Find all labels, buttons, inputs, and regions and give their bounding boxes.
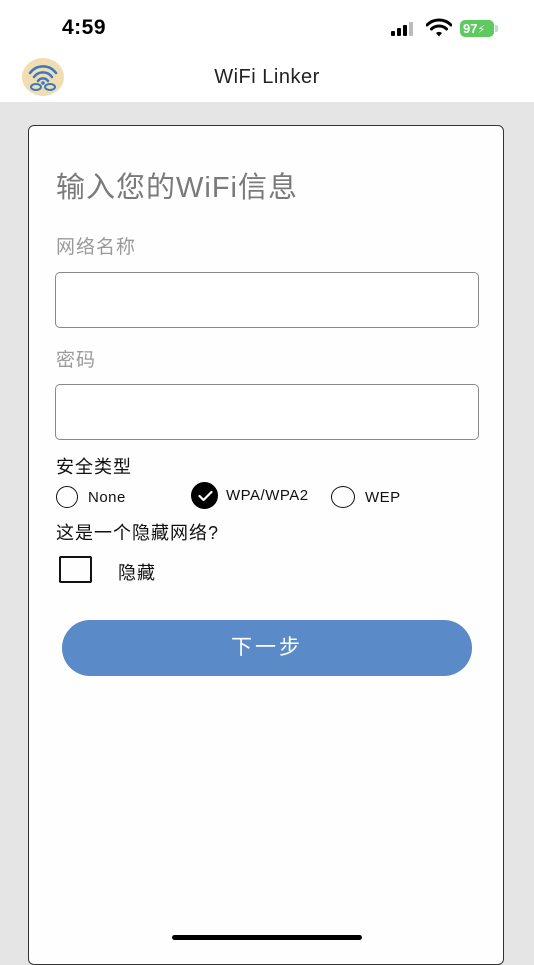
security-option-label: WPA/WPA2 [226,486,309,504]
home-indicator [172,935,362,940]
password-label: 密码 [56,350,97,371]
wifi-status-icon [426,18,452,37]
radio-unchecked-icon[interactable] [331,486,355,508]
security-option-wep[interactable]: WEP [331,485,401,509]
battery-tip [495,25,498,32]
form-heading: 输入您的WiFi信息 [56,172,298,204]
security-option-label: None [88,488,126,506]
hidden-checkbox-label: 隐藏 [118,563,156,583]
security-option-label: WEP [365,488,401,506]
radio-unchecked-icon[interactable] [56,486,78,508]
security-type-label: 安全类型 [56,457,132,477]
radio-checked-icon[interactable] [191,481,218,509]
wifi-form-card: 输入您的WiFi信息 网络名称 密码 安全类型 None WPA/WPA2 WE… [28,125,504,965]
battery-icon: 97⚡ [460,20,494,37]
top-bar: 4:59 97⚡ WiFi Linker [0,0,534,102]
security-option-wpa[interactable]: WPA/WPA2 [191,481,309,509]
app-title: WiFi Linker [214,66,320,88]
network-name-input[interactable] [55,272,479,328]
next-button[interactable]: 下一步 [62,620,472,676]
password-input[interactable] [55,384,479,440]
security-option-none[interactable]: None [56,485,126,509]
battery-level: 97 [463,21,478,36]
status-time: 4:59 [62,16,107,39]
cellular-signal-icon [391,22,417,36]
network-name-label: 网络名称 [56,237,137,258]
hidden-checkbox[interactable] [59,556,92,583]
hidden-network-question: 这是一个隐藏网络? [56,523,220,543]
